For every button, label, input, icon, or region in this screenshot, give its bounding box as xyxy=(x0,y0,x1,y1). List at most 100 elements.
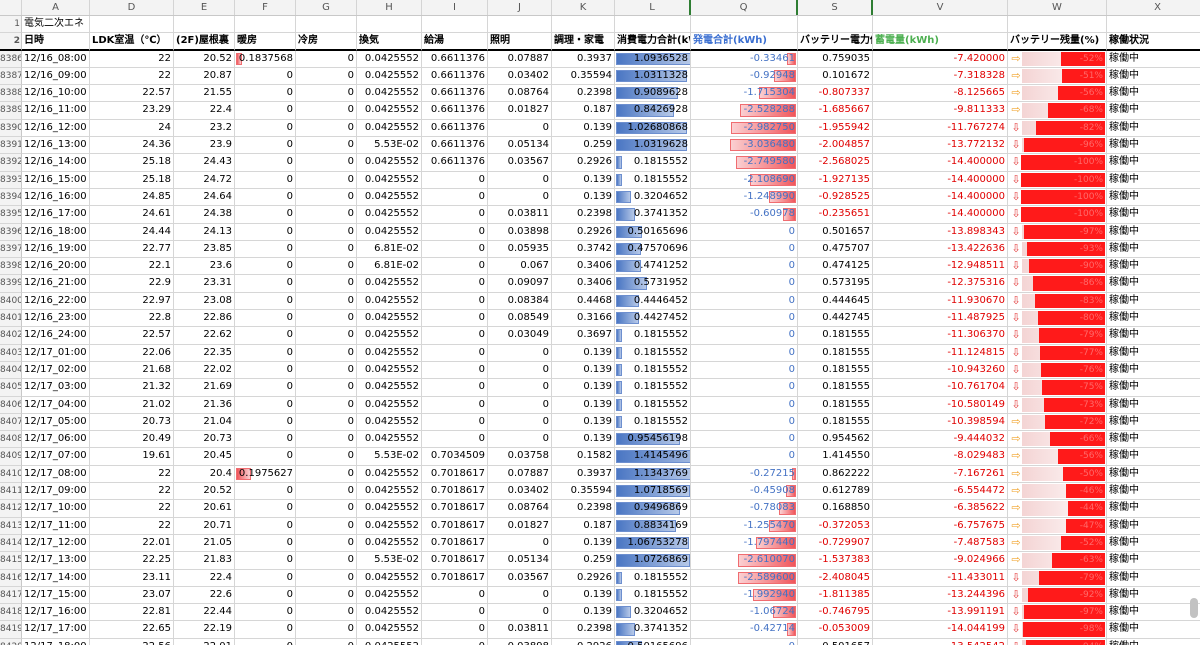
cell-status[interactable]: 稼働中 xyxy=(1107,68,1200,86)
cell-attic-temp[interactable]: 21.04 xyxy=(174,413,235,432)
cell-battery-remaining[interactable]: ⇨ -63% xyxy=(1008,552,1107,570)
cell-lighting[interactable]: 0.03758 xyxy=(488,448,552,466)
cell-date[interactable]: 12/17_06:00 xyxy=(22,431,90,449)
cell-storage[interactable]: -9.444032 xyxy=(873,431,1008,449)
column-header[interactable]: E xyxy=(174,0,235,15)
cell-battery-remaining[interactable]: ⇨ -56% xyxy=(1008,85,1107,103)
cell-hot-water[interactable]: 0 xyxy=(422,379,488,397)
row-number[interactable]: 8392 xyxy=(0,154,22,172)
cell-generation[interactable]: -1.715304 xyxy=(691,85,798,103)
cell-attic-temp[interactable]: 21.55 xyxy=(174,85,235,103)
cell-ventilation[interactable]: 0.0425552 xyxy=(357,638,422,645)
cell-generation[interactable]: -2.982750 xyxy=(691,119,798,138)
cell-lighting[interactable]: 0 xyxy=(488,534,552,553)
cell-status[interactable]: 稼働中 xyxy=(1107,362,1200,380)
header-ldk-temp[interactable]: LDK室温（℃） xyxy=(90,33,174,51)
cell-battery-supply[interactable]: 0.181555 xyxy=(798,327,873,345)
cell-date[interactable]: 12/16_08:00 xyxy=(22,50,90,68)
row-number[interactable]: 8404 xyxy=(0,361,22,380)
cell-status[interactable]: 稼働中 xyxy=(1107,275,1200,293)
header-lighting[interactable]: 照明 xyxy=(488,33,552,51)
cell-ldk-temp[interactable]: 21.68 xyxy=(90,361,174,380)
cell-cooking[interactable]: 0.259 xyxy=(552,137,615,155)
cell-storage[interactable]: -14.400000 xyxy=(873,154,1008,172)
cell-hot-water[interactable]: 0 xyxy=(422,310,488,328)
cell-cooking[interactable]: 0.139 xyxy=(552,171,615,189)
row-number[interactable]: 8402 xyxy=(0,327,22,345)
cell-cooking[interactable]: 0.35594 xyxy=(552,67,615,86)
cell-consumption[interactable]: 1.4145496 xyxy=(615,448,691,466)
cell-battery-remaining[interactable]: ⇩ -98% xyxy=(1008,621,1107,639)
cell-lighting[interactable]: 0.07887 xyxy=(488,50,552,68)
cell-status[interactable]: 稼働中 xyxy=(1107,120,1200,138)
cell-ventilation[interactable]: 0.0425552 xyxy=(357,465,422,484)
cell-battery-remaining[interactable]: ⇨ -44% xyxy=(1008,500,1107,518)
cell-consumption[interactable]: 1.0936528 xyxy=(615,50,691,68)
cell[interactable] xyxy=(488,16,552,34)
cell-ventilation[interactable]: 0.0425552 xyxy=(357,275,422,293)
cell-attic-temp[interactable]: 23.9 xyxy=(174,137,235,155)
cell-battery-supply[interactable]: -2.004857 xyxy=(798,137,873,155)
cell-heating[interactable]: 0 xyxy=(235,154,296,172)
cell-ventilation[interactable]: 0.0425552 xyxy=(357,102,422,120)
row-number[interactable]: 8400 xyxy=(0,292,22,311)
cell-ventilation[interactable]: 0.0425552 xyxy=(357,327,422,345)
cell-date[interactable]: 12/17_15:00 xyxy=(22,586,90,605)
cell-battery-supply[interactable]: -0.729907 xyxy=(798,534,873,553)
header-consumption[interactable]: 消費電力合計(kWh) xyxy=(615,33,691,51)
cell-cooling[interactable]: 0 xyxy=(296,50,357,68)
cell-storage[interactable]: -11.487925 xyxy=(873,310,1008,328)
cell-hot-water[interactable]: 0 xyxy=(422,327,488,345)
cell-attic-temp[interactable]: 23.2 xyxy=(174,119,235,138)
cell-attic-temp[interactable]: 23.31 xyxy=(174,275,235,293)
cell-cooling[interactable]: 0 xyxy=(296,67,357,86)
row-number[interactable]: 1 xyxy=(0,16,22,34)
header-battery-remaining[interactable]: バッテリー残量(%) xyxy=(1008,33,1107,51)
select-all-corner[interactable] xyxy=(0,0,22,15)
cell-hot-water[interactable]: 0.7018617 xyxy=(422,534,488,553)
row-number[interactable]: 8408 xyxy=(0,431,22,449)
column-header[interactable]: S xyxy=(798,0,873,15)
cell-hot-water[interactable]: 0.7018617 xyxy=(422,500,488,518)
cell-ldk-temp[interactable]: 22.97 xyxy=(90,292,174,311)
cell-ventilation[interactable]: 5.53E-02 xyxy=(357,137,422,155)
cell-cooking[interactable]: 0.2398 xyxy=(552,206,615,224)
cell-battery-supply[interactable]: 0.573195 xyxy=(798,275,873,293)
cell-attic-temp[interactable]: 20.71 xyxy=(174,517,235,535)
cell-battery-remaining[interactable]: ⇩ -80% xyxy=(1008,310,1107,328)
cell-date[interactable]: 12/16_17:00 xyxy=(22,206,90,224)
cell-lighting[interactable]: 0 xyxy=(488,604,552,622)
cell-heating[interactable]: 0 xyxy=(235,604,296,622)
cell-generation[interactable]: 0 xyxy=(691,240,798,259)
cell-generation[interactable]: 0 xyxy=(691,638,798,645)
cell-ventilation[interactable]: 6.81E-02 xyxy=(357,240,422,259)
cell-generation[interactable]: -2.610070 xyxy=(691,552,798,570)
row-number[interactable]: 8412 xyxy=(0,500,22,518)
row-number[interactable]: 8401 xyxy=(0,310,22,328)
cell-ldk-temp[interactable]: 19.61 xyxy=(90,448,174,466)
cell-ldk-temp[interactable]: 22.56 xyxy=(90,638,174,645)
cell-status[interactable]: 稼働中 xyxy=(1107,535,1200,553)
cell-hot-water[interactable]: 0 xyxy=(422,188,488,207)
cell-cooking[interactable]: 0.3742 xyxy=(552,240,615,259)
cell-consumption[interactable]: 0.1815552 xyxy=(615,361,691,380)
column-header[interactable]: L xyxy=(615,0,691,15)
cell-battery-remaining[interactable]: ⇩ -100% xyxy=(1008,188,1107,207)
cell-heating[interactable]: 0 xyxy=(235,137,296,155)
cell-attic-temp[interactable]: 22.6 xyxy=(174,586,235,605)
cell-consumption[interactable]: 0.3204652 xyxy=(615,604,691,622)
cell-cooking[interactable]: 0.4468 xyxy=(552,292,615,311)
cell-battery-remaining[interactable]: ⇩ -82% xyxy=(1008,119,1107,138)
cell-battery-remaining[interactable]: ⇩ -83% xyxy=(1008,292,1107,311)
cell-battery-supply[interactable]: 0.101672 xyxy=(798,67,873,86)
cell[interactable] xyxy=(873,16,1008,34)
cell[interactable] xyxy=(296,16,357,34)
cell-lighting[interactable]: 0.067 xyxy=(488,258,552,276)
row-number[interactable]: 8403 xyxy=(0,344,22,362)
cell-lighting[interactable]: 0.08764 xyxy=(488,500,552,518)
cell-storage[interactable]: -13.991191 xyxy=(873,604,1008,622)
column-header[interactable]: D xyxy=(90,0,174,15)
cell-date[interactable]: 12/17_13:00 xyxy=(22,552,90,570)
cell-ldk-temp[interactable]: 22.65 xyxy=(90,621,174,639)
cell-cooling[interactable]: 0 xyxy=(296,188,357,207)
